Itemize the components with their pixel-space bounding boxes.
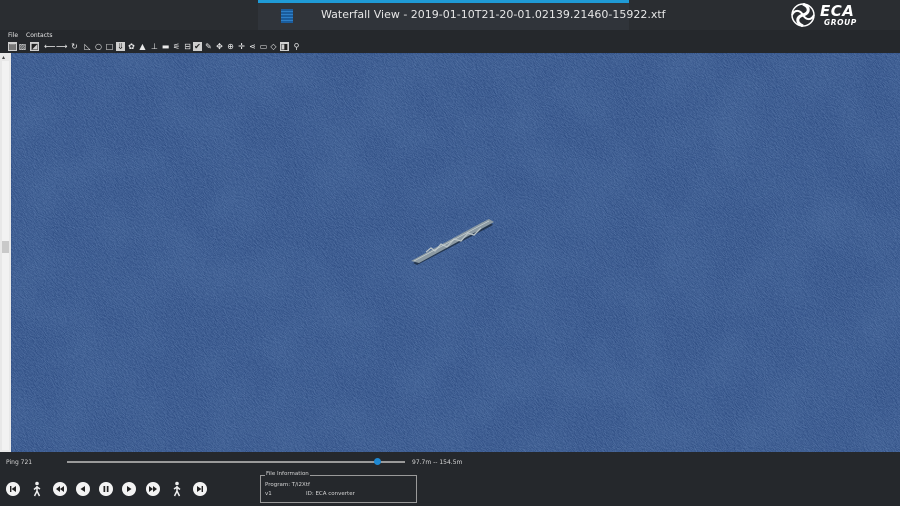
menu-contacts[interactable]: Contacts: [26, 32, 52, 39]
ping-slider-thumb[interactable]: [374, 458, 382, 465]
window-tab[interactable]: Waterfall View - 2019-01-10T21-20-01.021…: [258, 0, 666, 30]
person-measure-icon[interactable]: ⊟: [183, 42, 192, 51]
ping-label: Ping 721: [6, 459, 33, 466]
image-icon[interactable]: ⚟: [172, 42, 181, 51]
menu-bar: File Contacts: [0, 30, 900, 41]
walker-right-icon[interactable]: [171, 481, 183, 497]
bookmark-icon[interactable]: ◨: [280, 42, 289, 51]
palette-icon[interactable]: ✿: [127, 42, 136, 51]
play-icon[interactable]: [122, 482, 136, 496]
fast-rewind-icon[interactable]: [53, 482, 67, 496]
play-reverse-icon[interactable]: [76, 482, 90, 496]
bottom-panel: Ping 721 97.7m -- 154.5m File Informatio…: [0, 452, 900, 506]
rotate-icon[interactable]: ↻: [70, 42, 79, 51]
arrow-left-icon[interactable]: ⟵: [44, 42, 55, 51]
vertical-scrollbar[interactable]: ▴: [0, 53, 11, 452]
title-bar: Waterfall View - 2019-01-10T21-20-01.021…: [0, 0, 900, 30]
fast-forward-icon[interactable]: [146, 482, 160, 496]
logo-subtitle: GROUP: [824, 18, 857, 27]
save-icon[interactable]: ▨: [18, 42, 27, 51]
globe-icon[interactable]: ⊕: [226, 42, 235, 51]
shipwreck-contact[interactable]: [11, 53, 900, 452]
version-label: v1: [265, 491, 272, 497]
scroll-thumb[interactable]: [2, 241, 9, 253]
angle-measure-icon[interactable]: ◺: [83, 42, 92, 51]
pause-icon[interactable]: [99, 482, 113, 496]
checkbox-icon[interactable]: ✔: [193, 42, 202, 51]
download-icon[interactable]: ⇓: [116, 42, 125, 51]
scroll-up-icon[interactable]: ▴: [2, 54, 5, 61]
diamond-icon[interactable]: ◇: [269, 42, 278, 51]
baseline-icon[interactable]: ⊥: [150, 42, 159, 51]
menu-file[interactable]: File: [8, 32, 18, 39]
skip-to-start-icon[interactable]: [6, 482, 20, 496]
move-icon[interactable]: ✥: [215, 42, 224, 51]
program-label: Program: T/i2Xtf: [265, 482, 310, 488]
layers-icon[interactable]: ◩: [30, 42, 39, 51]
file-information-panel: File Information Program: T/i2Xtf v1 ID:…: [260, 471, 417, 503]
toolbar: ▤ ▨ ◩ ⟵ ⟶ ↻ ◺ ○ □ ⇓ ✿ ▲ ⊥ ▬ ⚟ ⊟ ✔ ✎ ✥ ⊕ …: [0, 41, 900, 53]
bucket-icon[interactable]: ▲: [138, 42, 147, 51]
range-label: 97.7m -- 154.5m: [412, 459, 463, 466]
open-file-icon[interactable]: ▤: [8, 42, 17, 51]
id-label: ID: ECA converter: [306, 491, 355, 497]
skip-to-end-icon[interactable]: [193, 482, 207, 496]
file-information-legend: File Information: [265, 471, 310, 477]
altitude-icon[interactable]: ▬: [161, 42, 170, 51]
circle-tool-icon[interactable]: ○: [94, 42, 103, 51]
scroll-track[interactable]: [2, 61, 9, 450]
frame-icon[interactable]: ⚲: [292, 42, 301, 51]
eca-swirl-icon: [791, 3, 815, 27]
sonar-waterfall-view[interactable]: [11, 53, 900, 452]
crosshair-icon[interactable]: ✛: [237, 42, 246, 51]
share-icon[interactable]: ⋖: [248, 42, 257, 51]
sonar-waterfall-icon: [281, 9, 293, 23]
walker-left-icon[interactable]: [31, 481, 43, 497]
ping-slider-track[interactable]: [67, 461, 405, 463]
arrow-right-icon[interactable]: ⟶: [56, 42, 67, 51]
window-title: Waterfall View - 2019-01-10T21-20-01.021…: [321, 8, 666, 21]
eca-group-logo: ECA GROUP: [790, 1, 870, 29]
window-icon[interactable]: ▭: [259, 42, 268, 51]
edit-icon[interactable]: ✎: [204, 42, 213, 51]
rectangle-tool-icon[interactable]: □: [105, 42, 114, 51]
